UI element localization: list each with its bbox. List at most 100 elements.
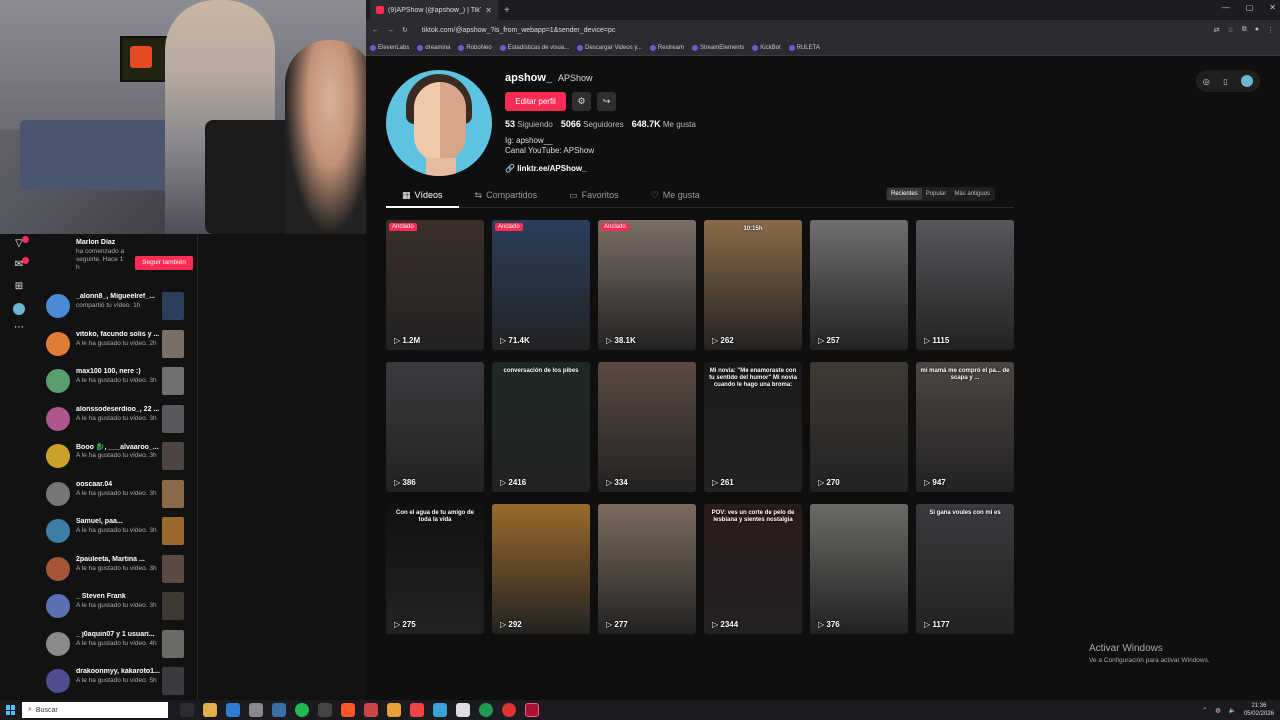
video-thumbnail-small[interactable] bbox=[162, 404, 184, 433]
share-icon[interactable]: ↪ bbox=[597, 92, 616, 111]
file-explorer-icon[interactable] bbox=[203, 703, 217, 717]
taskbar-search[interactable]: ⌕ Buscar bbox=[22, 702, 168, 718]
notification-user[interactable]: _alonn8_, Migueelref_... bbox=[76, 293, 160, 300]
bookmark-item[interactable]: Descargar Videos y... bbox=[577, 44, 642, 51]
more-icon[interactable]: ⋯ bbox=[13, 322, 25, 334]
avatar[interactable] bbox=[46, 406, 70, 431]
video-thumbnail[interactable]: ▷ 257 bbox=[810, 220, 908, 350]
avatar[interactable] bbox=[46, 481, 70, 506]
video-thumbnail[interactable]: conversación de los pibes ▷ 2416 bbox=[492, 362, 590, 492]
close-tab-icon[interactable]: ✕ bbox=[485, 6, 492, 15]
menu-icon[interactable]: ⋮ bbox=[1267, 26, 1274, 34]
video-thumbnail[interactable]: ▷ 277 bbox=[598, 504, 696, 634]
notification-user[interactable]: Samuel, paa... bbox=[76, 518, 160, 525]
active-browser-icon[interactable] bbox=[525, 703, 539, 717]
minimize-icon[interactable]: — bbox=[1222, 3, 1230, 12]
user-avatar-icon[interactable] bbox=[1241, 75, 1254, 87]
video-thumbnail-small[interactable] bbox=[162, 367, 184, 395]
maximize-icon[interactable]: ▢ bbox=[1246, 3, 1254, 12]
notification-user[interactable]: vitoko, facundo solis y ... bbox=[76, 331, 160, 338]
video-thumbnail-small[interactable] bbox=[162, 442, 184, 470]
video-thumbnail[interactable]: ▷ 270 bbox=[810, 362, 908, 492]
video-thumbnail-small[interactable] bbox=[162, 517, 184, 545]
bookmark-item[interactable]: RULETA bbox=[788, 44, 820, 51]
video-thumbnail-small[interactable] bbox=[162, 667, 184, 695]
close-window-icon[interactable]: ✕ bbox=[1269, 3, 1276, 12]
profile-icon[interactable]: ● bbox=[1255, 26, 1259, 34]
browser-tab-tiktok[interactable]: (9)APShow (@apshow_) | TikTok ✕ bbox=[370, 0, 498, 20]
profile-avatar-icon[interactable] bbox=[13, 303, 25, 315]
profile-avatar[interactable] bbox=[386, 70, 492, 176]
notification-item[interactable]: _ Steven Frank A le ha gustado tu vídeo. … bbox=[46, 592, 196, 628]
notification-user[interactable]: oosсaar.04 bbox=[76, 481, 160, 488]
notification-user[interactable]: Booo 🐉, ___alvaaroo_... bbox=[76, 443, 160, 451]
notification-item[interactable]: drakoonmyy, kakaroto1... A le ha gustado … bbox=[46, 667, 196, 700]
task-view-icon[interactable] bbox=[180, 703, 194, 717]
app-icon[interactable] bbox=[364, 703, 378, 717]
tab-videos[interactable]: ▦ Vídeos bbox=[386, 184, 459, 208]
notification-user[interactable]: _ Steven Frank bbox=[76, 593, 160, 600]
avatar[interactable] bbox=[46, 631, 70, 656]
video-thumbnail[interactable]: ▷ 376 bbox=[810, 504, 908, 634]
notification-user[interactable]: _ j0aquin07 y 1 usuari... bbox=[76, 631, 160, 638]
video-thumbnail-small[interactable] bbox=[162, 329, 184, 358]
settings-icon[interactable]: ⚙ bbox=[572, 92, 591, 111]
notification-user[interactable]: drakoonmyy, kakaroto1... bbox=[76, 668, 160, 675]
app-icon[interactable] bbox=[433, 703, 447, 717]
sort-recent[interactable]: Recientes bbox=[887, 188, 922, 200]
video-thumbnail-small[interactable] bbox=[162, 592, 184, 620]
video-thumbnail-small[interactable] bbox=[162, 292, 184, 320]
bookmark-star-icon[interactable]: ☆ bbox=[1227, 26, 1233, 34]
video-thumbnail[interactable]: Mi novia: "Me enamoraste con tu sentido … bbox=[704, 362, 802, 492]
bookmark-item[interactable]: KickBot bbox=[752, 44, 781, 51]
mail-icon[interactable] bbox=[226, 703, 240, 717]
video-thumbnail[interactable]: Anclado ▷ 38.1K bbox=[598, 220, 696, 350]
video-thumbnail-small[interactable] bbox=[162, 554, 184, 583]
device-icon[interactable]: ▯ bbox=[1223, 77, 1227, 86]
video-thumbnail[interactable]: mi mamá me compró el pa... de scapa y ..… bbox=[916, 362, 1014, 492]
following-stat[interactable]: 53 Siguiendo bbox=[505, 119, 553, 129]
bookmark-item[interactable]: Restream bbox=[649, 44, 684, 51]
notification-user[interactable]: alonssodeserdioo_, 22 ... bbox=[76, 406, 160, 413]
reload-icon[interactable]: ↻ bbox=[402, 26, 408, 34]
obs-icon[interactable] bbox=[502, 703, 516, 717]
bookmark-item[interactable]: ElevenLabs bbox=[370, 44, 409, 51]
network-icon[interactable]: ◍ bbox=[1215, 707, 1220, 714]
avatar[interactable] bbox=[46, 519, 70, 543]
notification-item[interactable]: 2pauleeta, Martina ... A le ha gustado tu… bbox=[46, 554, 196, 591]
sort-popular[interactable]: Popular bbox=[922, 188, 951, 200]
forward-icon[interactable]: → bbox=[387, 27, 394, 34]
notification-item[interactable]: _alonn8_, Migueelref_... compartió tu víd… bbox=[46, 292, 196, 328]
taskbar-clock[interactable]: 21:36 05/02/2026 bbox=[1244, 702, 1274, 718]
notification-item[interactable]: vitoko, facundo solis y ... A le ha gusta… bbox=[46, 329, 196, 366]
notification-user[interactable]: Marlon Díaz bbox=[76, 239, 160, 246]
tab-favorites[interactable]: ▭ Favoritos bbox=[553, 184, 635, 208]
video-thumbnail[interactable]: ▷ 334 bbox=[598, 362, 696, 492]
video-thumbnail[interactable]: ▷ 386 bbox=[386, 362, 484, 492]
tab-liked[interactable]: ♡ Me gusta bbox=[635, 184, 716, 208]
app-icon[interactable] bbox=[272, 703, 286, 717]
notification-item[interactable]: max100 100, nere :) A le ha gustado tu ví… bbox=[46, 367, 196, 403]
volume-icon[interactable]: 🔈 bbox=[1228, 707, 1235, 714]
bookmark-item[interactable]: RoboNeo bbox=[458, 44, 492, 51]
video-thumbnail-small[interactable] bbox=[162, 629, 184, 658]
avatar[interactable] bbox=[46, 369, 70, 393]
app-icon[interactable] bbox=[387, 703, 401, 717]
bookmark-item[interactable]: dreamina bbox=[417, 44, 450, 51]
tab-reposts[interactable]: ⇆ Compartidos bbox=[459, 184, 554, 208]
new-tab-button[interactable]: + bbox=[504, 5, 510, 16]
video-thumbnail[interactable]: ▷ 1115 bbox=[916, 220, 1014, 350]
translate-icon[interactable]: ⇄ bbox=[1214, 26, 1220, 34]
url-field[interactable]: tiktok.com/@apshow_?is_from_webapp=1&sen… bbox=[416, 27, 1206, 34]
app-icon[interactable] bbox=[318, 703, 332, 717]
edit-profile-button[interactable]: Editar perfil bbox=[505, 92, 566, 111]
app-icon[interactable] bbox=[456, 703, 470, 717]
video-thumbnail[interactable]: POV: ves un corte de pelo de lesbiana y … bbox=[704, 504, 802, 634]
compass-icon[interactable]: ◎ bbox=[1203, 77, 1210, 86]
notification-item[interactable]: oosсaar.04 A le ha gustado tu vídeo. 3h bbox=[46, 479, 196, 516]
bookmark-item[interactable]: Estadísticas de visua... bbox=[499, 44, 569, 51]
video-thumbnail[interactable]: Con el agua de tu amigo de toda la vida ▷… bbox=[386, 504, 484, 634]
notification-item[interactable]: Marlon Díaz ha comenzado a seguirte. Hace… bbox=[46, 238, 196, 274]
video-thumbnail[interactable]: 10:15h ▷ 262 bbox=[704, 220, 802, 350]
followers-stat[interactable]: 5066 Seguidores bbox=[561, 119, 624, 129]
